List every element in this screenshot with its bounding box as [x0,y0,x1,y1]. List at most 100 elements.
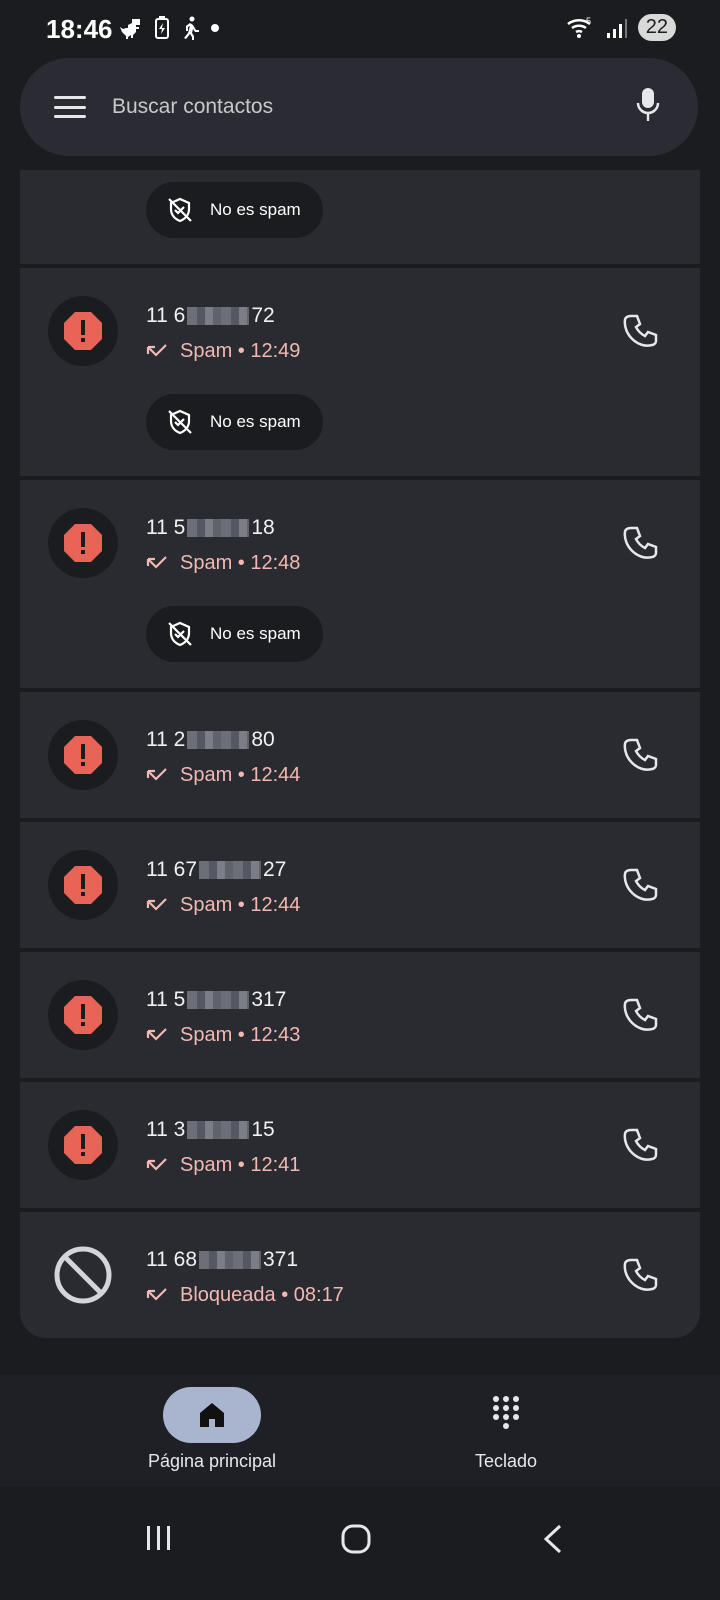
call-status: Spam • 12:44 [180,894,301,916]
not-spam-button[interactable]: No es spam [146,606,323,662]
spam-avatar [48,850,118,920]
missed-call-icon [146,767,167,781]
call-button[interactable] [622,1126,660,1164]
spam-warning-icon [64,1126,102,1164]
call-button[interactable] [622,524,660,562]
status-icons-left [118,16,220,40]
call-status: Spam • 12:49 [180,340,301,362]
redacted-digits [187,1121,250,1140]
phone-number: 11 68 371 [146,1248,299,1271]
call-status: Spam • 12:48 [180,552,301,574]
svg-text:5: 5 [586,16,591,26]
missed-call-icon [146,897,167,911]
missed-call-icon [146,555,167,569]
redacted-digits [187,307,250,326]
call-status: Bloqueada • 08:17 [180,1284,344,1306]
call-meta: Spam • 12:44 [146,894,300,917]
call-button[interactable] [622,1256,660,1294]
call-meta: Spam • 12:48 [146,552,300,575]
redacted-digits [199,1251,261,1270]
menu-icon[interactable] [54,96,86,118]
home-icon [200,1403,224,1427]
missed-call-icon [146,1027,167,1041]
call-button[interactable] [622,312,660,350]
battery-saver-icon [155,16,169,39]
nav-item-keypad[interactable]: Teclado [406,1387,606,1472]
blocked-avatar [48,1240,118,1310]
phone-number: 11 6 72 [146,304,275,327]
call-meta: Spam • 12:41 [146,1154,300,1177]
redacted-digits [187,519,250,538]
call-card[interactable]: 11 6 72 Spam • 12:49 No es spam [20,268,700,476]
call-card-partial[interactable]: No es spam [20,170,700,264]
not-spam-button[interactable]: No es spam [146,394,323,450]
call-button[interactable] [622,736,660,774]
back-icon[interactable] [540,1523,566,1555]
recent-apps-icon[interactable] [144,1523,174,1553]
spam-avatar [48,980,118,1050]
mic-icon[interactable] [636,86,660,126]
not-spam-label: No es spam [210,624,301,643]
phone-number: 11 5 317 [146,988,287,1011]
missed-call-icon [146,1157,167,1171]
home-pill[interactable] [163,1387,261,1443]
system-nav-bar [0,1487,720,1600]
call-status: Spam • 12:41 [180,1154,301,1176]
not-spam-label: No es spam [210,412,301,431]
dialpad-icon [493,1396,519,1429]
call-meta: Spam • 12:44 [146,764,300,787]
not-spam-icon [168,409,192,435]
spam-warning-icon [64,524,102,562]
call-card[interactable]: 11 2 80 Spam • 12:44 [20,692,700,818]
spam-avatar [48,720,118,790]
call-button[interactable] [622,996,660,1034]
missed-call-icon [146,343,167,357]
spam-warning-icon [64,996,102,1034]
phone-number: 11 67 27 [146,858,287,881]
keypad-pill[interactable] [457,1387,555,1443]
call-meta: Spam • 12:43 [146,1024,300,1047]
phone-number: 11 5 18 [146,516,275,539]
call-card[interactable]: 11 68 371 Bloqueada • 08:17 [20,1212,700,1338]
status-time: 18:46 [46,14,113,44]
dino-icon [120,19,140,39]
call-card[interactable]: 11 67 27 Spam • 12:44 [20,822,700,948]
spam-avatar [48,508,118,578]
not-spam-button[interactable]: No es spam [146,182,323,238]
signal-icon [606,18,627,38]
call-status: Spam • 12:44 [180,764,301,786]
redacted-digits [187,991,250,1010]
call-meta: Bloqueada • 08:17 [146,1284,344,1307]
bottom-nav: Página principal Teclado [0,1375,720,1487]
spam-warning-icon [64,866,102,904]
phone-number: 11 2 80 [146,728,275,751]
call-button[interactable] [622,866,660,904]
redacted-digits [187,731,250,750]
call-meta: Spam • 12:49 [146,340,300,363]
redacted-digits [199,861,261,880]
call-card[interactable]: 11 3 15 Spam • 12:41 [20,1082,700,1208]
not-spam-label: No es spam [210,200,301,219]
nav-label-keypad: Teclado [474,1451,538,1471]
battery-level: 22 [637,14,676,41]
call-log-list: No es spam 11 6 72 Spam • 12:49 No es spa… [20,170,700,1342]
not-spam-icon [168,621,192,647]
walk-icon [184,16,199,40]
nav-item-home[interactable]: Página principal [112,1387,312,1472]
phone-number: 11 3 15 [146,1118,275,1141]
home-button-icon[interactable] [340,1523,372,1555]
dot-icon [211,24,219,32]
call-card[interactable]: 11 5 18 Spam • 12:48 No es spam [20,480,700,688]
blocked-icon [54,1246,112,1304]
call-card[interactable]: 11 5 317 Spam • 12:43 [20,952,700,1078]
search-bar[interactable]: Buscar contactos [20,58,698,156]
search-input[interactable]: Buscar contactos [112,95,273,119]
spam-avatar [48,1110,118,1180]
not-spam-icon [168,197,192,223]
status-bar: 18:46 5 22 [0,0,720,60]
wifi-icon: 5 [566,16,591,38]
status-icons-right: 5 22 [566,14,676,41]
spam-avatar [48,296,118,366]
spam-warning-icon [64,736,102,774]
missed-call-icon [146,1287,167,1301]
